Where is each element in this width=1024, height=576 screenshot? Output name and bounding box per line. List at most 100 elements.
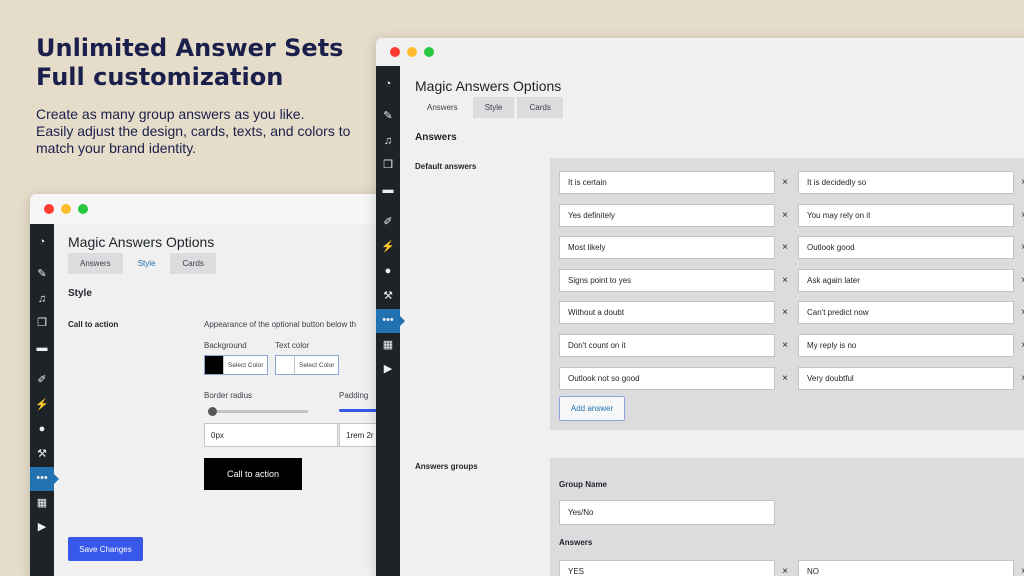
style-window: ◔ ✎ ♫ ❐ ▬ ✐ ⚡ ● ⚒ ••• ▦ ▶ Magic Answers … xyxy=(30,194,390,576)
remove-answer-icon[interactable]: × xyxy=(1017,307,1024,318)
remove-answer-icon[interactable]: × xyxy=(778,373,792,384)
answer-input[interactable]: Outlook good xyxy=(798,236,1014,260)
border-radius-input[interactable]: 0px xyxy=(204,423,338,447)
remove-answer-icon[interactable]: × xyxy=(1017,275,1024,286)
answers-content: Magic Answers Options Answers Style Card… xyxy=(415,78,1024,143)
remove-answer-icon[interactable]: × xyxy=(1017,340,1024,351)
style-content: Magic Answers Options Answers Style Card… xyxy=(68,234,390,299)
media-icon[interactable]: ♫ xyxy=(30,287,54,312)
border-radius-slider[interactable] xyxy=(208,407,308,416)
pages-icon[interactable]: ❐ xyxy=(376,154,400,179)
text-color-picker[interactable]: Select Color xyxy=(275,355,340,375)
remove-answer-icon[interactable]: × xyxy=(1017,242,1024,253)
padding-label: Padding xyxy=(339,391,369,400)
play-icon[interactable]: ▶ xyxy=(376,358,400,383)
remove-answer-icon[interactable]: × xyxy=(1017,566,1024,576)
tab-answers[interactable]: Answers xyxy=(415,97,470,118)
headline-line-1: Unlimited Answer Sets xyxy=(36,34,344,62)
plugins-icon[interactable]: ⚡ xyxy=(30,393,54,418)
dashboard-icon[interactable]: ◔ xyxy=(30,230,54,255)
answer-input[interactable]: Signs point to yes xyxy=(559,268,775,292)
group-name-input[interactable]: Yes/No xyxy=(559,500,775,525)
minimize-window-button[interactable] xyxy=(61,204,71,214)
remove-answer-icon[interactable]: × xyxy=(1017,177,1024,188)
dashboard-icon[interactable]: ◔ xyxy=(376,72,400,97)
layout-icon[interactable]: ▦ xyxy=(376,333,400,358)
brush-icon[interactable]: ✐ xyxy=(30,369,54,394)
plugins-icon[interactable]: ⚡ xyxy=(376,235,400,260)
answer-input[interactable]: You may rely on it xyxy=(798,203,1014,227)
promo-block: Unlimited Answer Sets Full customization… xyxy=(36,34,366,157)
select-text-color-button[interactable]: Select Color xyxy=(294,356,338,374)
zoom-window-button[interactable] xyxy=(78,204,88,214)
answer-input[interactable]: Can't predict now xyxy=(798,301,1014,325)
remove-answer-icon[interactable]: × xyxy=(778,242,792,253)
close-window-button[interactable] xyxy=(390,47,400,57)
answer-row: Can't predict now× xyxy=(798,301,1024,325)
remove-answer-icon[interactable]: × xyxy=(778,340,792,351)
answer-row: Signs point to yes × xyxy=(559,268,792,292)
zoom-window-button[interactable] xyxy=(424,47,434,57)
section-title: Style xyxy=(68,288,92,299)
add-answer-button[interactable]: Add answer xyxy=(559,396,625,421)
text-color-label: Text color xyxy=(275,341,310,350)
brush-icon[interactable]: ✐ xyxy=(376,211,400,236)
answer-input[interactable]: Outlook not so good xyxy=(559,366,775,390)
answer-input[interactable]: Ask again later xyxy=(798,268,1014,292)
remove-answer-icon[interactable]: × xyxy=(778,210,792,221)
magic-answers-icon[interactable]: ••• xyxy=(30,466,59,491)
tab-answers[interactable]: Answers xyxy=(68,253,123,274)
background-label: Background xyxy=(204,341,247,350)
desc-line-1: Create as many group answers as you like… xyxy=(36,106,305,122)
answer-row: Without a doubt × xyxy=(559,301,792,325)
minimize-window-button[interactable] xyxy=(407,47,417,57)
close-window-button[interactable] xyxy=(44,204,54,214)
answer-input[interactable]: It is decidedly so xyxy=(798,171,1014,194)
answer-input[interactable]: Yes definitely xyxy=(559,203,775,227)
save-changes-button[interactable]: Save Changes xyxy=(68,537,143,561)
media-icon[interactable]: ♫ xyxy=(376,129,400,154)
cta-preview-button[interactable]: Call to action xyxy=(204,458,302,490)
magic-answers-icon[interactable]: ••• xyxy=(376,308,405,333)
pin-icon[interactable]: ✎ xyxy=(30,263,54,288)
desc-line-3: match your brand identity. xyxy=(36,140,197,156)
answer-input[interactable]: My reply is no xyxy=(798,334,1014,357)
tools-icon[interactable]: ⚒ xyxy=(376,284,400,309)
comments-icon[interactable]: ▬ xyxy=(376,178,400,203)
answer-input[interactable]: It is certain xyxy=(559,171,775,194)
tab-style[interactable]: Style xyxy=(472,97,515,118)
tab-cards[interactable]: Cards xyxy=(517,97,563,118)
group-answers-label: Answers xyxy=(559,538,593,547)
background-color-picker[interactable]: Select Color xyxy=(204,355,269,375)
border-radius-slider-knob[interactable] xyxy=(208,407,217,416)
remove-answer-icon[interactable]: × xyxy=(778,566,792,576)
answer-row: Outlook good× xyxy=(798,236,1024,260)
layout-icon[interactable]: ▦ xyxy=(30,491,54,516)
answer-input[interactable]: Without a doubt xyxy=(559,301,775,325)
pin-icon[interactable]: ✎ xyxy=(376,105,400,130)
remove-answer-icon[interactable]: × xyxy=(778,177,792,188)
tab-cards[interactable]: Cards xyxy=(170,253,216,274)
answer-input[interactable]: Most likely xyxy=(559,236,775,260)
answer-row: It is decidedly so× xyxy=(798,171,1024,194)
remove-answer-icon[interactable]: × xyxy=(1017,210,1024,221)
play-icon[interactable]: ▶ xyxy=(30,516,54,541)
tools-icon[interactable]: ⚒ xyxy=(30,442,54,467)
group-answer-input[interactable]: NO xyxy=(798,560,1014,576)
answer-row: You may rely on it× xyxy=(798,203,1024,227)
comments-icon[interactable]: ▬ xyxy=(30,336,54,361)
users-icon[interactable]: ● xyxy=(376,260,400,285)
group-answer-row: NO × xyxy=(798,560,1024,576)
headline: Unlimited Answer Sets Full customization xyxy=(36,34,366,92)
answer-input[interactable]: Don't count on it xyxy=(559,334,775,357)
pages-icon[interactable]: ❐ xyxy=(30,312,54,337)
tab-style[interactable]: Style xyxy=(125,253,168,274)
users-icon[interactable]: ● xyxy=(30,418,54,443)
remove-answer-icon[interactable]: × xyxy=(778,275,792,286)
group-answer-input[interactable]: YES xyxy=(559,560,775,576)
select-background-color-button[interactable]: Select Color xyxy=(223,356,267,374)
remove-answer-icon[interactable]: × xyxy=(778,307,792,318)
answer-input[interactable]: Very doubtful xyxy=(798,366,1014,390)
answer-row: Ask again later× xyxy=(798,268,1024,292)
remove-answer-icon[interactable]: × xyxy=(1017,373,1024,384)
